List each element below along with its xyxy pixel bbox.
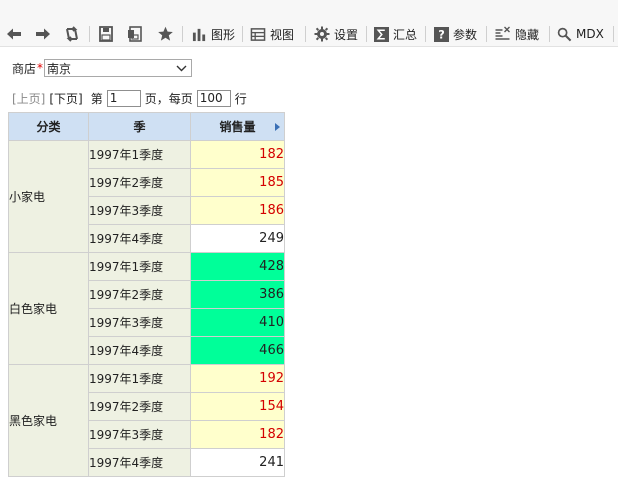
category-cell: 黑色家电	[8, 364, 89, 477]
toolbar-separator	[366, 26, 367, 42]
sales-value-cell: 428	[190, 252, 285, 281]
arrow-right-icon	[36, 28, 50, 40]
category-cell: 白色家电	[8, 252, 89, 365]
season-cell: 1997年2季度	[88, 168, 191, 197]
chart-label: 图形	[211, 27, 236, 42]
column-header-sales-label: 销售量	[219, 120, 256, 134]
per-page-input[interactable]: 100	[196, 89, 231, 107]
table-row: 白色家电 1997年1季度 428	[8, 252, 285, 365]
save-as-button[interactable]	[127, 21, 143, 47]
table-row: 小家电 1997年1季度 182	[8, 140, 285, 253]
sales-value-cell: 186	[190, 196, 285, 225]
store-label: 商店	[12, 61, 37, 76]
params-button[interactable]: ? 参数	[434, 21, 477, 47]
magnifier-icon	[557, 27, 572, 41]
sales-value-cell: 182	[190, 140, 285, 169]
question-icon: ?	[434, 26, 449, 42]
season-cell: 1997年2季度	[88, 392, 191, 421]
season-cell: 1997年3季度	[88, 308, 191, 337]
toolbar-separator	[242, 26, 243, 42]
season-cell: 1997年3季度	[88, 420, 191, 449]
sales-value-cell: 192	[190, 364, 285, 393]
column-header-category: 分类	[8, 112, 89, 141]
toolbar: 图形 视图 设置 汇总 ? 参数 隐藏 MDX	[0, 0, 618, 47]
sales-value-cell: 182	[190, 420, 285, 449]
category-cell: 小家电	[8, 140, 89, 253]
save-button[interactable]	[98, 21, 114, 47]
season-cell: 1997年1季度	[88, 364, 191, 393]
chart-button[interactable]: 图形	[192, 21, 235, 47]
summary-button[interactable]: 汇总	[374, 21, 417, 47]
page-prefix: 第	[90, 91, 103, 106]
params-label: 参数	[453, 27, 478, 42]
sort-arrow-icon[interactable]	[275, 123, 280, 131]
arrow-left-icon	[7, 28, 21, 40]
pager: [上页] [下页] 第 1 页，每页 100 行	[12, 88, 251, 108]
season-cell: 1997年2季度	[88, 280, 191, 309]
sales-value-cell: 466	[190, 336, 285, 365]
store-filter: 商店 * 南京	[12, 58, 193, 78]
refresh-button[interactable]	[64, 21, 80, 47]
season-cell: 1997年1季度	[88, 140, 191, 169]
required-mark: *	[37, 61, 44, 75]
toolbar-separator	[305, 26, 306, 42]
sales-value-cell: 185	[190, 168, 285, 197]
toolbar-separator	[613, 26, 614, 42]
rows-suffix: 行	[234, 91, 247, 106]
forward-button[interactable]	[35, 21, 51, 47]
season-cell: 1997年4季度	[88, 224, 191, 253]
gear-icon	[314, 26, 330, 42]
sales-value-cell: 241	[190, 448, 285, 477]
settings-label: 设置	[334, 27, 359, 42]
sales-value-cell: 154	[190, 392, 285, 421]
sales-value-cell: 249	[190, 224, 285, 253]
season-cell: 1997年4季度	[88, 448, 191, 477]
column-header-sales[interactable]: 销售量	[190, 112, 285, 141]
toolbar-separator	[89, 26, 90, 42]
toolbar-separator	[486, 26, 487, 42]
next-page-link[interactable]: [下页]	[49, 90, 82, 107]
back-button[interactable]	[6, 21, 22, 47]
table-row: 黑色家电 1997年1季度 192	[8, 364, 285, 477]
table-header-row: 分类 季 销售量	[8, 112, 285, 141]
refresh-icon	[66, 26, 78, 42]
page-number-input[interactable]: 1	[106, 89, 141, 107]
view-label: 视图	[270, 27, 295, 42]
sales-table: 分类 季 销售量 小家电 1997年1季度 182 1997年2季度 185 1997年3…	[8, 112, 285, 477]
view-button[interactable]: 视图	[250, 21, 294, 47]
save-icon	[99, 26, 113, 42]
svg-text:?: ?	[438, 28, 445, 41]
page-suffix: 页，每页	[144, 91, 193, 106]
mdx-button[interactable]: MDX	[557, 21, 604, 47]
column-header-season: 季	[88, 112, 191, 141]
hide-icon	[495, 26, 510, 40]
store-select[interactable]: 南京	[44, 59, 193, 77]
save-as-icon	[128, 26, 142, 42]
hide-button[interactable]: 隐藏	[494, 21, 539, 47]
sales-value-cell: 410	[190, 308, 285, 337]
favorite-button[interactable]	[157, 21, 174, 47]
chevron-down-icon	[176, 65, 187, 71]
bar-chart-icon	[192, 28, 206, 41]
toolbar-separator	[549, 26, 550, 42]
toolbar-separator	[182, 26, 183, 42]
store-select-value: 南京	[47, 61, 72, 76]
season-cell: 1997年3季度	[88, 196, 191, 225]
hide-label: 隐藏	[515, 27, 540, 42]
view-grid-icon	[250, 27, 266, 41]
mdx-label: MDX	[576, 27, 604, 41]
season-cell: 1997年4季度	[88, 336, 191, 365]
settings-button[interactable]: 设置	[314, 21, 358, 47]
summary-label: 汇总	[393, 27, 418, 42]
prev-page-link[interactable]: [上页]	[12, 90, 45, 107]
star-icon	[158, 26, 173, 41]
sales-value-cell: 386	[190, 280, 285, 309]
sigma-icon	[374, 26, 389, 42]
toolbar-separator	[425, 26, 426, 42]
season-cell: 1997年1季度	[88, 252, 191, 281]
